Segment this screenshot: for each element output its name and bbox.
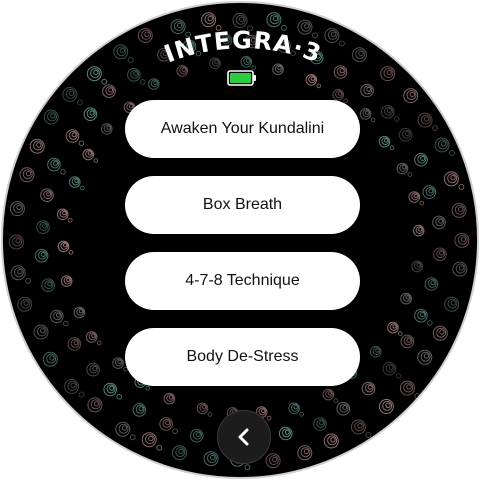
swirl-ornament — [69, 176, 85, 191]
swirl-ornament — [454, 232, 470, 248]
swirl-ornament — [50, 309, 69, 327]
swirl-ornament — [101, 123, 113, 135]
chevron-left-icon — [238, 428, 249, 446]
swirl-ornament — [452, 261, 468, 277]
swirl-ornament — [387, 321, 403, 336]
swirl-ornament — [132, 403, 147, 417]
swirl-ornament — [42, 351, 58, 367]
swirl-ornament — [414, 152, 428, 167]
swirl-ornament — [40, 188, 54, 202]
swirl-ornament — [424, 277, 439, 291]
swirl-ornament — [115, 421, 136, 441]
swirl-ornament — [34, 248, 49, 263]
swirl-ornament — [412, 224, 425, 237]
swirl-ornament — [443, 171, 465, 190]
brand-name: INTEGRA — [160, 26, 295, 68]
swirl-ornament — [172, 445, 187, 461]
swirl-ornament — [9, 201, 25, 217]
swirl-ornament — [433, 247, 447, 262]
swirl-ornament — [399, 380, 421, 400]
swirl-ornament — [313, 417, 327, 431]
menu-item-body-de-stress[interactable]: Body De-Stress — [125, 328, 360, 386]
swirl-ornament — [65, 129, 85, 146]
back-button[interactable] — [217, 410, 271, 464]
swirl-ornament — [196, 402, 213, 417]
menu-item-awaken-your-kundalini[interactable]: Awaken Your Kundalini — [125, 100, 360, 158]
swirl-ornament — [322, 388, 339, 403]
swirl-ornament — [41, 278, 55, 293]
swirl-ornament — [396, 162, 413, 177]
swirl-ornament — [400, 334, 415, 349]
swirl-ornament — [17, 296, 33, 312]
swirl-ornament — [414, 308, 433, 326]
menu-item-4-7-8-technique[interactable]: 4-7-8 Technique — [125, 252, 360, 310]
swirl-ornament — [398, 128, 413, 142]
swirl-ornament — [67, 337, 82, 351]
swirl-ornament — [103, 382, 122, 400]
swirl-ornament — [189, 428, 204, 443]
swirl-ornament — [86, 362, 100, 377]
swirl-ornament — [432, 325, 448, 341]
swirl-ornament — [203, 451, 219, 467]
swirl-ornament — [8, 234, 24, 250]
swirl-ornament — [278, 426, 293, 441]
swirl-ornament — [43, 109, 59, 125]
swirl-ornament — [378, 135, 395, 151]
swirl-ornament — [36, 220, 50, 234]
swirl-ornament — [432, 215, 446, 230]
swirl-ornament — [87, 397, 103, 413]
swirl-ornament — [288, 402, 304, 417]
swirl-ornament — [265, 453, 281, 469]
swirl-ornament — [56, 208, 73, 223]
swirl-ornament — [19, 167, 35, 183]
swirl-ornament — [159, 417, 178, 434]
watch-face: INTEGRA·3 Awaken Your Kundalini Box Brea… — [1, 1, 479, 479]
swirl-ornament — [64, 379, 85, 398]
swirl-ornament — [451, 202, 467, 218]
swirl-ornament — [370, 345, 382, 358]
swirl-ornament — [378, 399, 394, 414]
swirl-ornament — [60, 275, 73, 287]
battery-icon — [227, 70, 256, 86]
swirl-ornament — [57, 240, 74, 255]
swirl-ornament — [417, 349, 433, 365]
swirl-ornament — [82, 148, 99, 163]
swirl-ornament — [47, 157, 66, 175]
swirl-ornament — [336, 401, 351, 416]
swirl-ornament — [163, 392, 176, 405]
swirl-ornament — [359, 108, 376, 123]
swirl-ornament — [29, 138, 45, 154]
svg-text:INTEGRA·3: INTEGRA·3 — [160, 26, 325, 68]
swirl-ornament — [323, 433, 339, 449]
swirl-ornament — [33, 324, 49, 340]
swirl-ornament — [297, 445, 313, 461]
swirl-ornament — [73, 306, 86, 319]
swirl-ornament — [10, 265, 32, 284]
screen: INTEGRA·3 Awaken Your Kundalini Box Brea… — [0, 0, 480, 480]
swirl-ornament — [408, 191, 425, 206]
swirl-ornament — [361, 381, 376, 396]
swirl-ornament — [85, 331, 102, 346]
swirl-ornament — [422, 185, 437, 199]
swirl-ornament — [434, 137, 455, 156]
swirl-ornament — [141, 432, 163, 451]
swirl-ornament — [83, 107, 98, 121]
swirl-ornament — [350, 419, 372, 438]
menu-item-box-breath[interactable]: Box Breath — [125, 176, 360, 234]
swirl-ornament — [381, 105, 400, 122]
swirl-ornament — [444, 296, 460, 312]
swirl-ornament — [411, 260, 423, 273]
battery-level-fill — [230, 73, 251, 83]
swirl-ornament — [417, 112, 438, 131]
swirl-ornament — [400, 292, 412, 305]
swirl-ornament — [382, 361, 402, 379]
